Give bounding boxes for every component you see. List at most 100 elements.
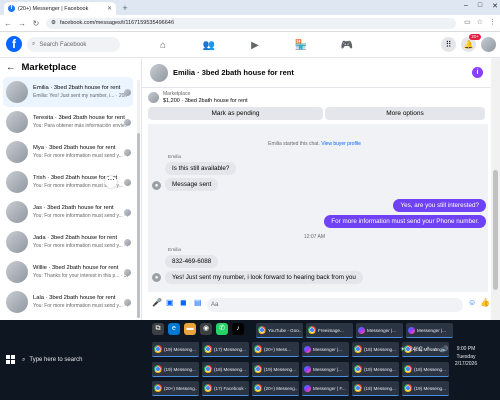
incoming-message[interactable]: 832-469-6088 (165, 255, 219, 268)
chrome-icon[interactable]: ◉ (200, 323, 212, 335)
minimize-button[interactable]: – (464, 2, 468, 10)
close-window-button[interactable]: ✕ (492, 2, 498, 10)
forward-arrow-icon[interactable]: → (18, 19, 26, 28)
clock[interactable]: 9:00 PM Tuesday 2/17/2026 (449, 346, 483, 369)
back-arrow-icon[interactable]: ← (4, 19, 12, 28)
chat-header: Emilia · 3bed 2bath house for rent i (142, 58, 491, 88)
taskbar-window-button[interactable]: (20+) Messeng... (152, 381, 199, 396)
site-info-icon[interactable]: ⚙ (51, 20, 56, 26)
taskbar-window-button[interactable]: (19) Messeng... (252, 362, 299, 377)
edge-icon[interactable]: e (168, 323, 180, 335)
tiktok-icon[interactable]: ♪ (232, 323, 244, 335)
outgoing-message[interactable]: Yes, are you still interested? (393, 199, 486, 212)
taskbar-window-label: (20+) Mess... (264, 346, 291, 352)
like-thumb-icon[interactable]: 👍 (480, 298, 490, 307)
conversation-item[interactable]: Jada · 3bed 2bath house for rent You: For… (3, 227, 133, 257)
chrome-icon (154, 384, 162, 392)
sticker-icon[interactable]: ◼ (180, 298, 187, 307)
taskbar-window-button[interactable]: (18) Messeng... (402, 362, 449, 377)
chevron-up-icon[interactable]: ^ (427, 347, 430, 353)
more-options-icon[interactable]: ⋯ (105, 176, 117, 188)
taskbar-window-button[interactable]: (18) Messeng... (352, 362, 399, 377)
back-arrow-icon[interactable]: ← (6, 62, 16, 73)
messenger-icon (304, 365, 311, 373)
friends-icon[interactable]: 👥 (186, 35, 232, 55)
taskbar-window-button[interactable]: (20+) Mess... (252, 342, 299, 357)
taskbar-window-button[interactable]: YouTube - Goo... (256, 323, 303, 338)
taskbar-window-button[interactable]: Freeimage... (306, 323, 353, 338)
gaming-icon[interactable]: 🎮 (324, 35, 370, 55)
taskbar-window-button[interactable]: (19) Messeng... (152, 362, 199, 377)
taskbar-window-button[interactable]: (17) Facebook - Go... (202, 381, 249, 396)
taskbar-search[interactable]: ⌕ Type here to search (22, 353, 126, 367)
emoji-icon[interactable]: ☺ (468, 298, 476, 307)
gif-icon[interactable]: ▤ (194, 298, 202, 307)
reload-icon[interactable]: ↻ (32, 19, 40, 28)
listing-card[interactable]: Marketplace $1,200 · 3bed 2bath house fo… (148, 91, 248, 104)
message-input[interactable]: Aa (207, 298, 463, 312)
conversation-item[interactable]: Willie · 3bed 2bath house for rent You: T… (3, 257, 133, 287)
bookmark-star-icon[interactable]: ☆ (477, 18, 483, 26)
taskbar-window-button[interactable]: (19) Messeng... (402, 381, 449, 396)
incoming-message[interactable]: Is this still available? (165, 162, 237, 175)
taskbar-window-button[interactable]: Messenger |... (302, 362, 349, 377)
taskbar-window-button[interactable]: Messenger |... (406, 323, 453, 338)
page-scrollbar[interactable] (493, 170, 498, 290)
maximize-button[interactable]: □ (478, 2, 482, 10)
mark-as-pending-button[interactable]: Mark as pending (148, 107, 323, 120)
taskbar-window-button[interactable]: (17) Messeng... (202, 342, 249, 357)
conversation-item[interactable]: Jas · 3bed 2bath house for rent You: For … (3, 197, 133, 227)
cast-icon[interactable]: ▭ (464, 18, 471, 26)
browser-menu-icon[interactable]: ⋮ (489, 18, 496, 26)
weather-temp[interactable]: 24°C (409, 347, 422, 353)
file-explorer-icon[interactable]: ▬ (184, 323, 196, 335)
facebook-search-input[interactable]: ⌕ Search Facebook (27, 37, 120, 52)
conversation-item[interactable]: Trish · 3bed 2bath house for rent You: Fo… (3, 167, 133, 197)
conversation-item[interactable]: Emilia · 3bed 2bath house for rent Emilia… (3, 77, 133, 107)
conversation-item[interactable]: Mya · 3bed 2bath house for rent You: For … (3, 137, 133, 167)
taskbar-window-button[interactable]: Messenger |... (356, 323, 403, 338)
windows-start-icon[interactable] (6, 355, 15, 364)
browser-tab[interactable]: f (20+) Messenger | Facebook ✕ (4, 2, 116, 15)
sidebar-scrollbar[interactable] (137, 133, 140, 318)
conversation-item[interactable]: Lala · 3bed 2bath house for rent You: For… (3, 287, 133, 317)
chat-title[interactable]: Emilia · 3bed 2bath house for rent (173, 68, 294, 77)
notification-badge: 20+ (469, 34, 481, 40)
taskbar-window-button[interactable]: (18) Messeng... (352, 381, 399, 396)
marketplace-icon[interactable]: 🏪 (278, 35, 324, 55)
info-icon[interactable]: i (472, 67, 483, 78)
video-icon[interactable]: ▶ (232, 35, 278, 55)
chrome-icon (254, 365, 262, 373)
taskbar-window-button[interactable]: Messenger |... (302, 342, 349, 357)
volume-icon[interactable]: 🔊 (441, 346, 448, 353)
facebook-favicon-icon: f (8, 5, 15, 12)
taskbar-window-button[interactable]: Messenger | F... (302, 381, 349, 396)
new-tab-button[interactable]: + (119, 3, 131, 15)
taskbar-window-button[interactable]: (19) Messeng... (152, 342, 199, 357)
close-tab-icon[interactable]: ✕ (107, 5, 112, 12)
conversation-item[interactable]: Teresita · 3bed 2bath house for rent You:… (3, 107, 133, 137)
facebook-logo[interactable]: f (6, 36, 22, 52)
contact-avatar[interactable] (150, 63, 168, 82)
search-icon: ⌕ (22, 356, 26, 363)
taskbar-window-button[interactable]: (18) Messeng... (202, 362, 249, 377)
notifications-icon[interactable]: 🔔 20+ (461, 34, 481, 52)
incoming-message[interactable]: Yes! Just sent my number, i look forward… (165, 271, 363, 284)
attach-image-icon[interactable]: ▣ (166, 298, 174, 307)
profile-avatar[interactable] (481, 37, 496, 52)
microphone-icon[interactable]: 🎤 (152, 298, 162, 307)
home-icon[interactable]: ⌂ (140, 35, 186, 55)
incoming-message[interactable]: Message sent (165, 178, 219, 191)
task-view-icon[interactable]: ⧉ (152, 323, 164, 335)
view-buyer-profile-link[interactable]: View buyer profile (321, 141, 361, 147)
more-options-button[interactable]: More options (325, 107, 485, 120)
taskbar-window-button[interactable]: (20+) Messeng... (252, 381, 299, 396)
outgoing-message[interactable]: For more information must send your Phon… (324, 215, 486, 228)
taskbar-window-button[interactable]: (18) Messeng... (352, 342, 399, 357)
whatsapp-icon[interactable]: ✆ (216, 323, 228, 335)
network-icon[interactable]: ⌂ (434, 347, 438, 353)
menu-grid-icon[interactable]: ⠿ (441, 37, 456, 52)
chrome-icon (154, 345, 162, 353)
url-bar[interactable]: ⚙ facebook.com/messages/t/11671595354966… (46, 17, 456, 29)
weather-icon[interactable]: ☀ (400, 346, 405, 353)
